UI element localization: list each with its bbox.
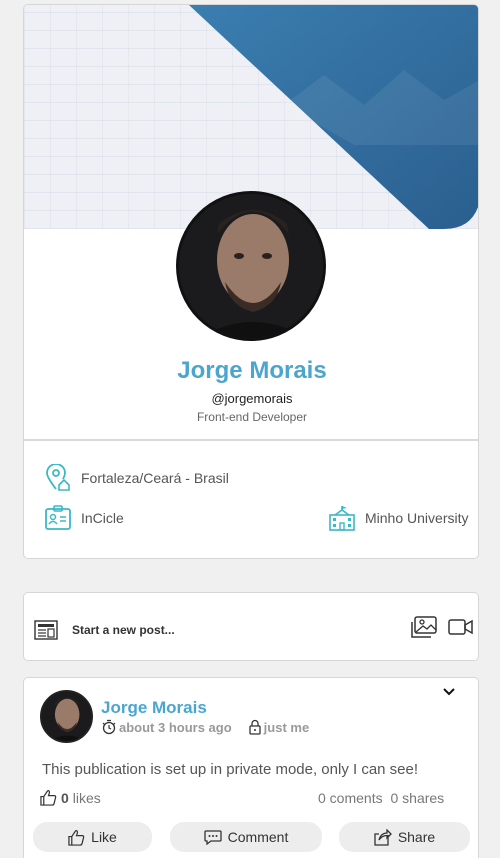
profile-card: Jorge Morais @jorgemorais Front-end Deve…	[23, 4, 479, 559]
school-text: Minho University	[365, 510, 469, 526]
newspaper-icon	[34, 620, 58, 640]
new-post-composer[interactable]: Start a new post...	[23, 592, 479, 661]
profile-role: Front-end Developer	[196, 410, 308, 424]
post-avatar-photo	[42, 692, 91, 741]
thumbs-up-icon	[68, 829, 85, 846]
new-post-placeholder[interactable]: Start a new post...	[72, 623, 175, 637]
info-school: Minho University	[329, 505, 468, 531]
post-time: about 3 hours ago	[101, 719, 232, 735]
profile-name[interactable]: Jorge Morais	[24, 357, 478, 385]
post-body: This publication is set up in private mo…	[42, 761, 419, 778]
lock-icon	[249, 719, 261, 735]
share-button-label: Share	[397, 829, 436, 845]
video-camera-icon[interactable]	[448, 618, 474, 636]
post-visibility-text: just me	[263, 719, 310, 735]
post-time-text: about 3 hours ago	[119, 719, 232, 735]
post-counts: 0 coments 0 shares	[318, 790, 448, 806]
comment-bubble-icon	[204, 829, 222, 845]
comment-button-label: Comment	[227, 829, 289, 845]
comments-count[interactable]: 0 coments	[318, 790, 383, 806]
like-button[interactable]: Like	[33, 822, 152, 852]
school-building-icon	[329, 506, 355, 531]
company-text: InCicle	[81, 510, 124, 526]
profile-divider	[24, 439, 478, 441]
like-button-label: Like	[91, 829, 117, 845]
post-visibility: just me	[248, 719, 310, 735]
location-text: Fortaleza/Ceará - Brasil	[81, 470, 229, 486]
post-meta: about 3 hours ago just me	[101, 719, 309, 735]
thumbs-up-icon	[40, 790, 57, 806]
likes-count: 0	[61, 789, 69, 806]
info-company: InCicle	[45, 505, 124, 531]
clock-icon	[102, 719, 116, 735]
info-location: Fortaleza/Ceará - Brasil	[45, 464, 229, 492]
post-author-name[interactable]: Jorge Morais	[101, 698, 207, 718]
share-icon	[374, 828, 392, 846]
chevron-down-icon[interactable]	[442, 687, 456, 697]
post-card: Jorge Morais about 3 hours ago just me T…	[23, 677, 479, 858]
avatar-photo	[179, 194, 323, 338]
shares-count[interactable]: 0 shares	[390, 790, 444, 806]
post-likes: 0 likes	[40, 789, 101, 806]
location-home-icon	[46, 464, 70, 491]
likes-label: likes	[72, 789, 101, 806]
profile-handle: @jorgemorais	[211, 391, 293, 406]
post-author-avatar[interactable]	[40, 690, 93, 743]
share-button[interactable]: Share	[339, 822, 470, 852]
id-badge-icon	[45, 505, 71, 530]
profile-avatar[interactable]	[176, 191, 326, 341]
comment-button[interactable]: Comment	[170, 822, 322, 852]
photo-icon[interactable]	[411, 616, 437, 638]
